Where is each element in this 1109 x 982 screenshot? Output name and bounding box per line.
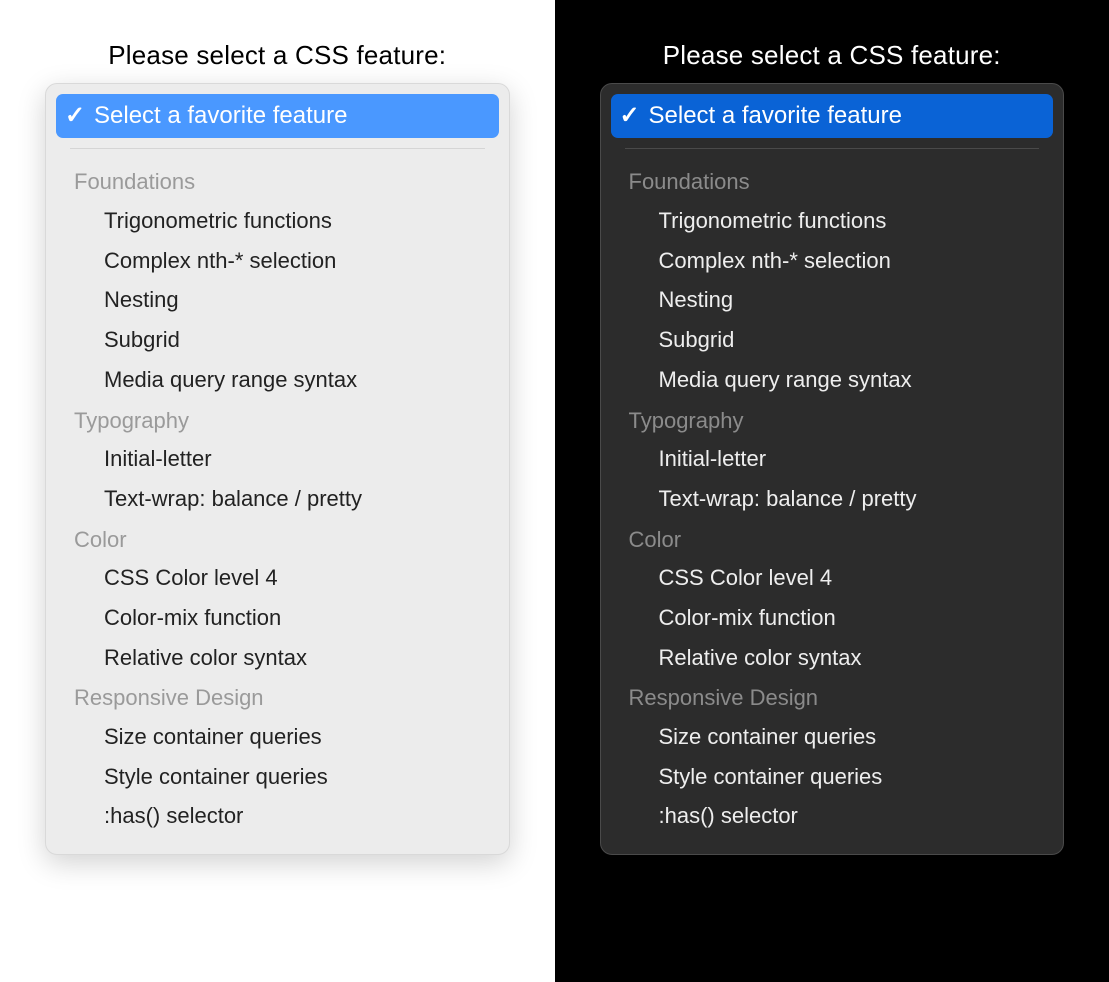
- option-item[interactable]: Media query range syntax: [46, 360, 509, 400]
- option-item[interactable]: CSS Color level 4: [46, 558, 509, 598]
- option-item[interactable]: Style container queries: [46, 757, 509, 797]
- dropdown-menu[interactable]: ✓ Select a favorite feature Foundations …: [45, 83, 510, 855]
- option-item[interactable]: Relative color syntax: [46, 638, 509, 678]
- checkmark-icon: ✓: [66, 107, 84, 125]
- optgroup-label: Color: [46, 519, 509, 559]
- option-item[interactable]: Size container queries: [601, 717, 1064, 757]
- checkmark-icon: ✓: [621, 107, 639, 125]
- option-item[interactable]: Relative color syntax: [601, 638, 1064, 678]
- option-item[interactable]: Initial-letter: [46, 439, 509, 479]
- option-item[interactable]: Complex nth-* selection: [601, 241, 1064, 281]
- optgroup-label: Responsive Design: [46, 677, 509, 717]
- option-item[interactable]: Subgrid: [601, 320, 1064, 360]
- menu-divider: [70, 148, 485, 149]
- option-item[interactable]: Text-wrap: balance / pretty: [601, 479, 1064, 519]
- option-item[interactable]: Subgrid: [46, 320, 509, 360]
- option-item[interactable]: Style container queries: [601, 757, 1064, 797]
- option-item[interactable]: Color-mix function: [601, 598, 1064, 638]
- option-item[interactable]: :has() selector: [46, 796, 509, 836]
- option-item[interactable]: Size container queries: [46, 717, 509, 757]
- menu-divider: [625, 148, 1040, 149]
- optgroup-label: Responsive Design: [601, 677, 1064, 717]
- option-item[interactable]: Trigonometric functions: [46, 201, 509, 241]
- optgroup-label: Foundations: [601, 161, 1064, 201]
- option-item[interactable]: Initial-letter: [601, 439, 1064, 479]
- selected-option-row[interactable]: ✓ Select a favorite feature: [56, 94, 499, 138]
- optgroup-label: Color: [601, 519, 1064, 559]
- light-mode-pane: Please select a CSS feature: ✓ Select a …: [0, 0, 555, 982]
- prompt-label: Please select a CSS feature:: [600, 40, 1065, 71]
- optgroup-label: Typography: [46, 400, 509, 440]
- option-item[interactable]: Complex nth-* selection: [46, 241, 509, 281]
- selected-option-label: Select a favorite feature: [649, 100, 902, 132]
- dark-mode-pane: Please select a CSS feature: ✓ Select a …: [555, 0, 1109, 982]
- optgroup-label: Foundations: [46, 161, 509, 201]
- option-item[interactable]: Nesting: [601, 280, 1064, 320]
- dropdown-menu[interactable]: ✓ Select a favorite feature Foundations …: [600, 83, 1065, 855]
- selected-option-row[interactable]: ✓ Select a favorite feature: [611, 94, 1054, 138]
- prompt-label: Please select a CSS feature:: [45, 40, 510, 71]
- option-item[interactable]: Color-mix function: [46, 598, 509, 638]
- option-item[interactable]: Trigonometric functions: [601, 201, 1064, 241]
- option-item[interactable]: Nesting: [46, 280, 509, 320]
- option-item[interactable]: Media query range syntax: [601, 360, 1064, 400]
- option-item[interactable]: :has() selector: [601, 796, 1064, 836]
- selected-option-label: Select a favorite feature: [94, 100, 347, 132]
- option-item[interactable]: Text-wrap: balance / pretty: [46, 479, 509, 519]
- optgroup-label: Typography: [601, 400, 1064, 440]
- option-item[interactable]: CSS Color level 4: [601, 558, 1064, 598]
